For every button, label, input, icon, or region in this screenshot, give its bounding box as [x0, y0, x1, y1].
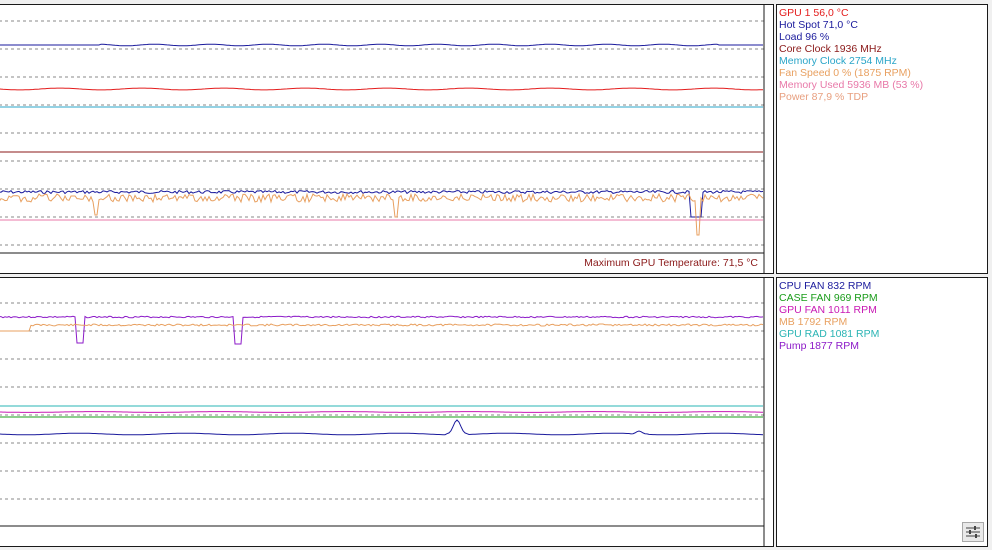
mb-fan-trace — [0, 323, 764, 332]
gpu-legend-item: Hot Spot 71,0 °C — [779, 19, 858, 31]
gpu-graph-panel: Maximum GPU Temperature: 71,5 °C — [0, 4, 774, 274]
gpu-legend-item: Load 96 % — [779, 31, 830, 43]
fan-legend-panel: CPU FAN 832 RPM CASE FAN 969 RPM GPU FAN 1… — [776, 277, 988, 547]
gpu-temp-trace — [0, 87, 764, 91]
settings-button[interactable] — [962, 522, 984, 542]
gpu-legend-item: Fan Speed 0 % (1875 RPM) — [779, 67, 911, 79]
fan-legend: CPU FAN 832 RPM CASE FAN 969 RPM GPU FAN 1… — [777, 278, 987, 352]
load-trace — [0, 189, 764, 218]
fan-legend-item: CPU FAN 832 RPM — [779, 280, 872, 292]
gpu-graph — [0, 5, 765, 273]
fan-legend-item: GPU RAD 1081 RPM — [779, 328, 880, 340]
max-gpu-temperature: Maximum GPU Temperature: 71,5 °C — [584, 257, 758, 269]
gpu-legend-panel: GPU 1 56,0 °C Hot Spot 71,0 °C Load 96 % Co… — [776, 4, 988, 274]
fan-graph — [0, 278, 765, 546]
fan-graph-panel — [0, 277, 774, 547]
fan-legend-item: Pump 1877 RPM — [779, 340, 859, 352]
gpu-legend-item: Core Clock 1936 MHz — [779, 43, 882, 55]
power-trace — [0, 192, 764, 236]
fan-legend-item: CASE FAN 969 RPM — [779, 292, 878, 304]
gpu-legend-item: Memory Clock 2754 MHz — [779, 55, 897, 67]
sliders-icon — [966, 526, 980, 538]
cpu-fan-trace — [0, 419, 764, 436]
gpu-legend-item: GPU 1 56,0 °C — [779, 7, 849, 19]
fan-legend-item: GPU FAN 1011 RPM — [779, 304, 877, 316]
pump-trace — [0, 315, 764, 345]
gpu-legend-item: Memory Used 5936 MB (53 %) — [779, 79, 924, 91]
gpu-legend: GPU 1 56,0 °C Hot Spot 71,0 °C Load 96 % Co… — [777, 5, 987, 103]
gpu-fan-trace — [0, 411, 763, 413]
fan-legend-item: MB 1792 RPM — [779, 316, 848, 328]
gpu-legend-item: Power 87,9 % TDP — [779, 91, 869, 103]
hotspot-trace — [0, 43, 763, 47]
